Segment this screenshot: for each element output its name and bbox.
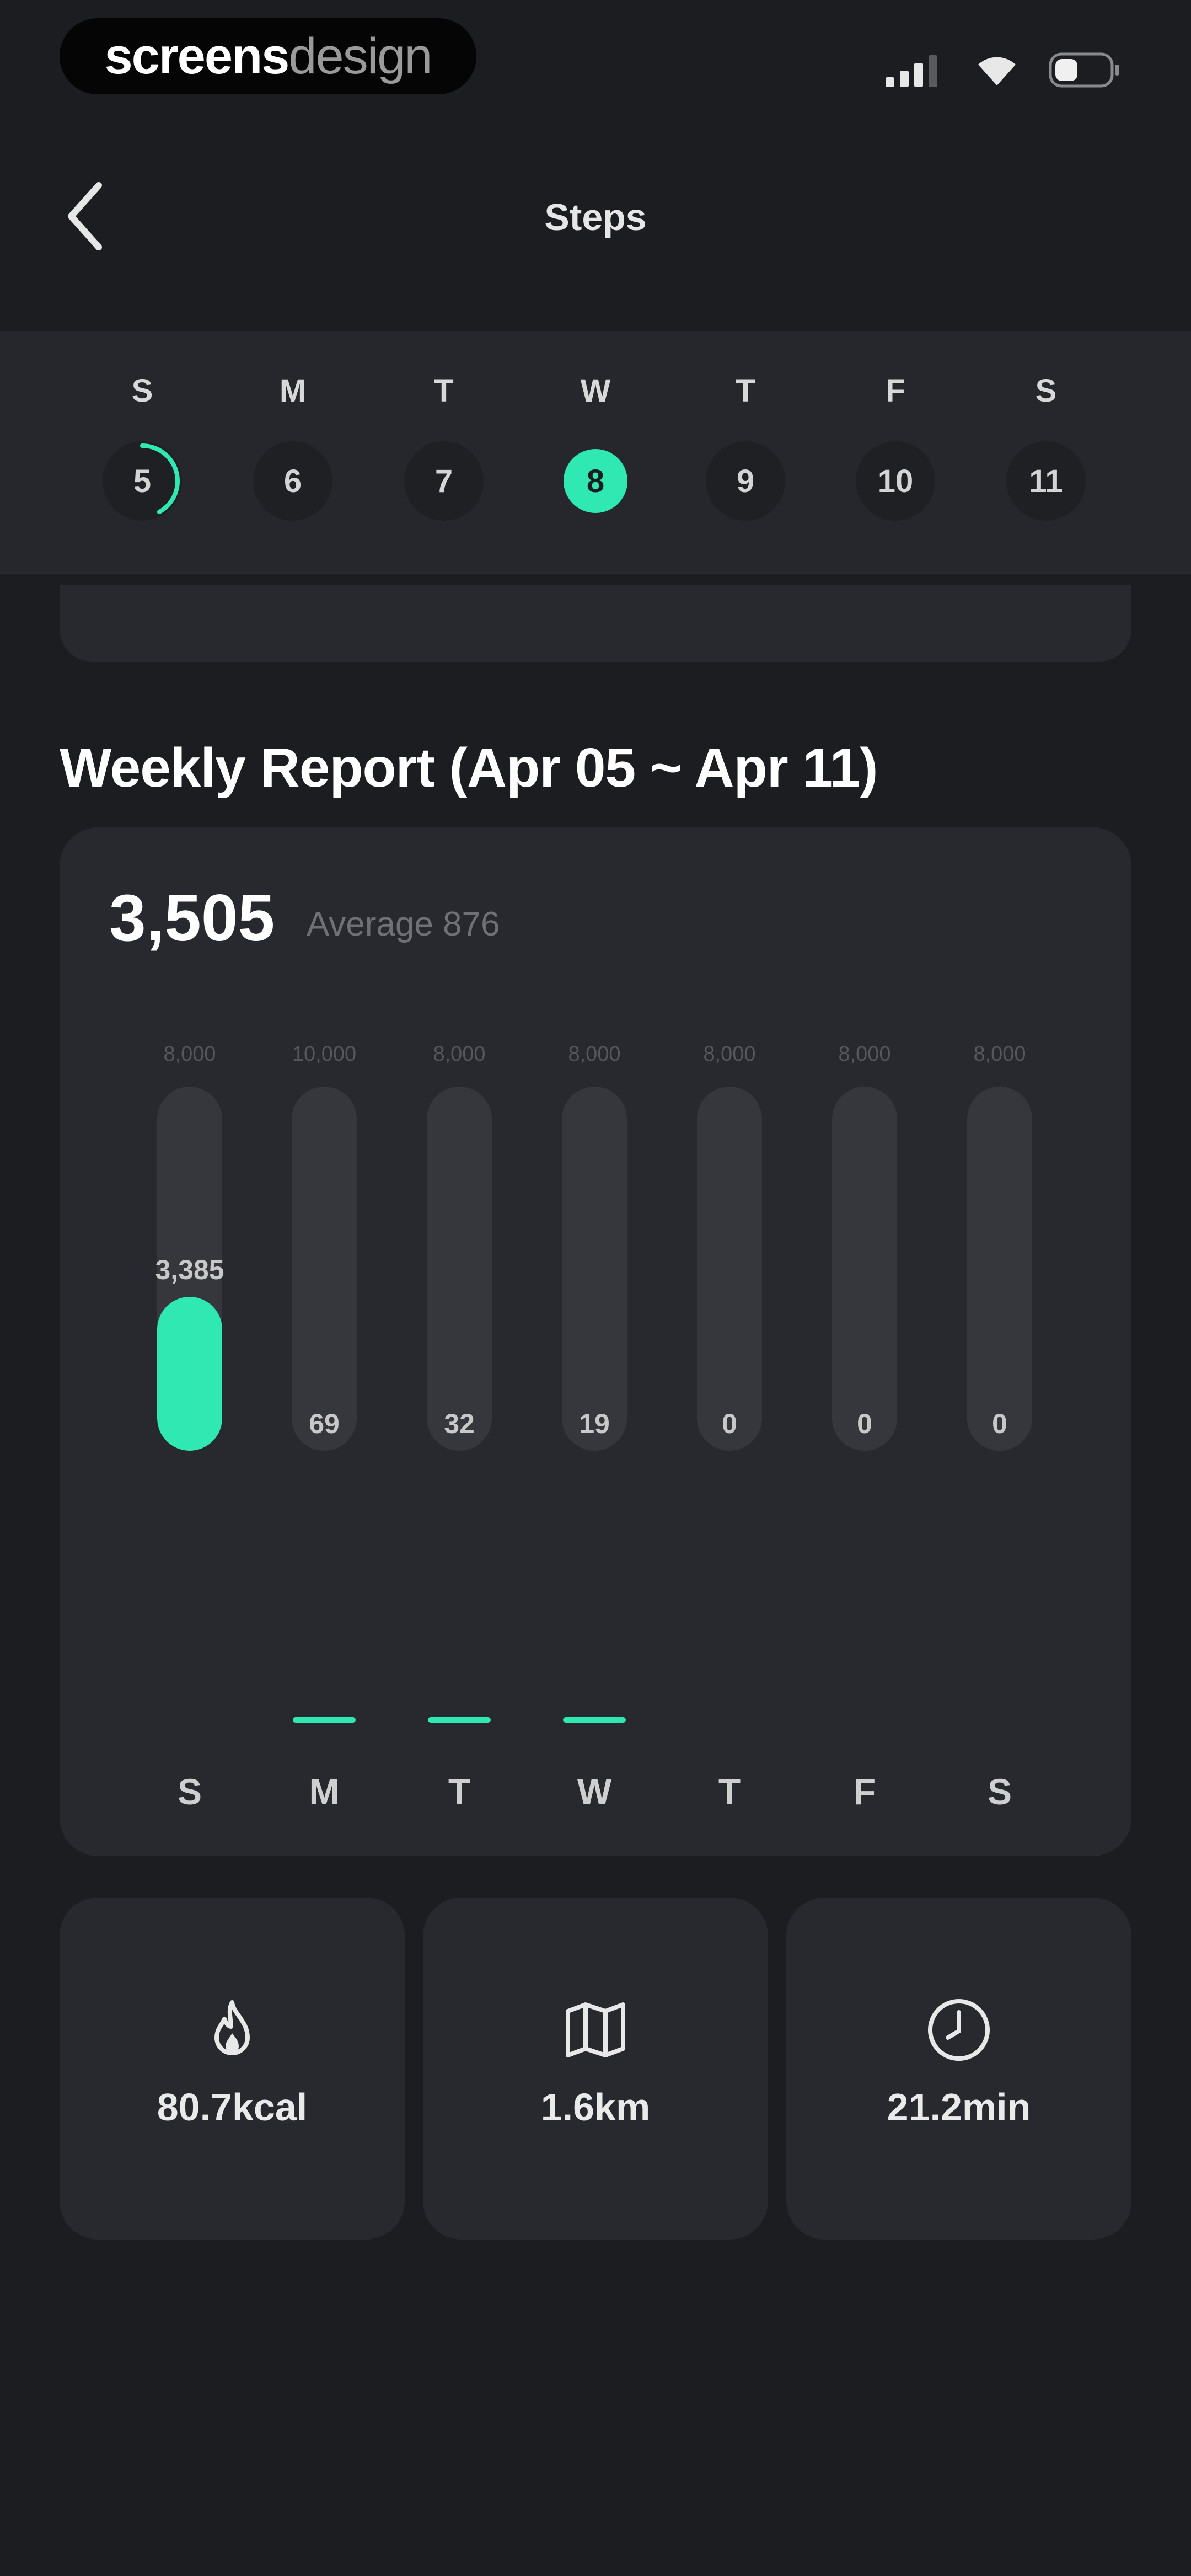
calories-card: 80.7kcal bbox=[60, 1898, 405, 2240]
date-button[interactable]: 7 bbox=[404, 441, 484, 521]
weekly-report-card: 3,505 Average 876 8,000 3,385 S 10,000 69 M 8,… bbox=[60, 827, 1131, 1856]
weekly-report-title: Weekly Report (Apr 05 ~ Apr 11) bbox=[60, 737, 878, 799]
week-day-label: F bbox=[886, 373, 905, 409]
bar-goal-label: 8,000 bbox=[703, 1043, 756, 1066]
bar-value-label: 19 bbox=[579, 1408, 610, 1439]
bar bbox=[157, 1296, 222, 1451]
bar-track bbox=[697, 1087, 762, 1451]
week-day-0[interactable]: S5 bbox=[87, 331, 197, 574]
bar-goal-label: 8,000 bbox=[568, 1043, 621, 1066]
bar-track bbox=[292, 1087, 357, 1451]
bar bbox=[428, 1717, 491, 1723]
bar-day-label: M bbox=[309, 1771, 340, 1812]
clock-icon bbox=[928, 1999, 990, 2061]
week-day-1[interactable]: M6 bbox=[238, 331, 348, 574]
bar-day-label: T bbox=[718, 1771, 741, 1812]
brand-text-light: design bbox=[288, 28, 432, 84]
bar-goal-label: 8,000 bbox=[163, 1043, 216, 1066]
bar-value-label: 0 bbox=[857, 1408, 872, 1439]
week-day-2[interactable]: T7 bbox=[389, 331, 499, 574]
bar-goal-label: 8,000 bbox=[838, 1043, 891, 1066]
date-button[interactable]: 9 bbox=[706, 441, 785, 521]
brand-watermark: screensdesign bbox=[60, 18, 476, 94]
bar-day-label: F bbox=[853, 1771, 876, 1812]
distance-card: 1.6km bbox=[423, 1898, 768, 2240]
selected-date-button[interactable]: 8 bbox=[564, 449, 627, 513]
bar-day-label: S bbox=[177, 1771, 202, 1812]
bar-value-label: 69 bbox=[309, 1408, 340, 1439]
bar-track bbox=[427, 1087, 492, 1451]
week-day-label: S bbox=[1035, 373, 1057, 409]
week-day-3[interactable]: W8 bbox=[540, 331, 651, 574]
bar-day-label: S bbox=[987, 1771, 1012, 1812]
bar-value-label: 3,385 bbox=[155, 1254, 224, 1285]
week-day-6[interactable]: S 11 bbox=[991, 331, 1101, 574]
bar-column: 8,000 0 T bbox=[666, 827, 793, 1856]
bar-goal-label: 8,000 bbox=[973, 1043, 1026, 1066]
week-day-4[interactable]: T9 bbox=[690, 331, 801, 574]
bar-column: 8,000 0 F bbox=[801, 827, 928, 1856]
week-day-label: W bbox=[580, 373, 611, 409]
brand-text-bold: screens bbox=[104, 28, 290, 84]
bar-day-label: T bbox=[448, 1771, 471, 1812]
duration-value: 21.2min bbox=[887, 2086, 1031, 2129]
bar-track bbox=[562, 1087, 627, 1451]
bar-track bbox=[967, 1087, 1032, 1451]
bar-value-label: 0 bbox=[722, 1408, 737, 1439]
battery-icon bbox=[1049, 52, 1119, 88]
bar-goal-label: 8,000 bbox=[433, 1043, 486, 1066]
week-date-picker: S 5 M 6 T 7 W 8 T 9 F 10 S 11 bbox=[0, 331, 1191, 574]
status-icons bbox=[886, 51, 1120, 89]
page-title: Steps bbox=[544, 196, 647, 238]
collapsed-summary-card bbox=[60, 585, 1131, 662]
week-day-label: T bbox=[434, 373, 454, 409]
bar bbox=[563, 1717, 626, 1723]
date-button[interactable]: 11 bbox=[1006, 441, 1086, 521]
map-icon bbox=[566, 2002, 625, 2057]
date-button[interactable]: 5 bbox=[103, 441, 182, 521]
bar-track bbox=[832, 1087, 897, 1451]
bar-day-label: W bbox=[577, 1771, 612, 1812]
bar-column: 10,000 69 M bbox=[261, 827, 388, 1856]
wifi-icon bbox=[978, 57, 1016, 85]
duration-card: 21.2min bbox=[786, 1898, 1131, 2240]
week-day-label: T bbox=[736, 373, 755, 409]
bar-goal-label: 10,000 bbox=[292, 1043, 357, 1066]
bar-value-label: 0 bbox=[992, 1408, 1007, 1439]
bar-column: 8,000 32 T bbox=[396, 827, 523, 1856]
signal-icon bbox=[886, 55, 937, 87]
steps-screen: screensdesign Steps S 5 M 6 T 7 W 8 T 9 F 10 S 11 Wee… bbox=[0, 0, 1191, 2576]
bar bbox=[293, 1717, 356, 1723]
bar-column: 8,000 19 W bbox=[531, 827, 658, 1856]
date-button[interactable]: 10 bbox=[856, 441, 935, 521]
bar-value-label: 32 bbox=[444, 1408, 475, 1439]
flame-icon bbox=[214, 2000, 250, 2055]
calories-value: 80.7kcal bbox=[157, 2086, 308, 2129]
week-day-label: S bbox=[131, 373, 153, 409]
bar-column: 8,000 0 S bbox=[936, 827, 1063, 1856]
week-day-5[interactable]: F 10 bbox=[840, 331, 951, 574]
week-day-label: M bbox=[279, 373, 307, 409]
date-button[interactable]: 6 bbox=[253, 441, 332, 521]
bar-column: 8,000 3,385 S bbox=[126, 827, 253, 1856]
distance-value: 1.6km bbox=[540, 2086, 651, 2129]
